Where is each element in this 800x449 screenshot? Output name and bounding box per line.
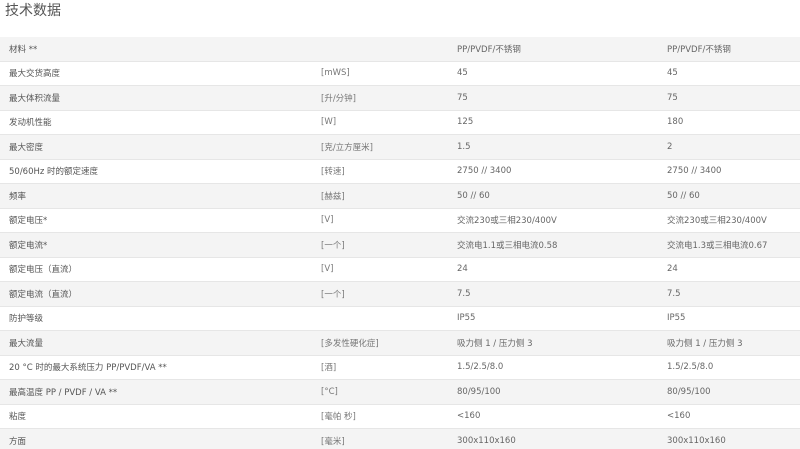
row-value-model-2: 交流230或三相230/400V — [658, 208, 800, 233]
row-value-model-2: 180 — [658, 110, 800, 135]
row-value-model-1: 50 // 60 — [448, 183, 658, 209]
row-unit: [多发性硬化症] — [318, 330, 448, 356]
row-label: 最高温度 PP / PVDF / VA ** — [0, 379, 318, 405]
row-unit: [V] — [318, 208, 448, 233]
table-row: 额定电流* [一个] 交流电1.1或三相电流0.58 交流电1.3或三相电流0.… — [0, 232, 800, 258]
row-label: 防护等级 — [0, 306, 318, 331]
row-value-model-2: 50 // 60 — [658, 183, 800, 209]
table-row: 频率 [赫兹] 50 // 60 50 // 60 — [0, 183, 800, 209]
row-value-model-2: 2 — [658, 134, 800, 160]
row-value-model-2: PP/PVDF/不锈钢 — [658, 37, 800, 62]
table-row: 额定电压* [V] 交流230或三相230/400V 交流230或三相230/4… — [0, 208, 800, 233]
row-unit: [毫米] — [318, 428, 448, 449]
row-label: 粘度 — [0, 404, 318, 429]
table-row: 材料 ** PP/PVDF/不锈钢 PP/PVDF/不锈钢 — [0, 37, 800, 62]
row-value-model-1: 1.5/2.5/8.0 — [448, 355, 658, 380]
table-row: 最大流量 [多发性硬化症] 吸力侧 1 / 压力侧 3 吸力侧 1 / 压力侧 … — [0, 330, 800, 356]
row-unit: [酒] — [318, 355, 448, 380]
spec-table-body: 材料 ** PP/PVDF/不锈钢 PP/PVDF/不锈钢 最大交货高度 [mW… — [0, 37, 800, 449]
row-label: 额定电压* — [0, 208, 318, 233]
row-label: 方面 — [0, 428, 318, 449]
table-row: 最高温度 PP / PVDF / VA ** [°C] 80/95/100 80… — [0, 379, 800, 405]
row-value-model-1: 交流电1.1或三相电流0.58 — [448, 232, 658, 258]
row-unit — [318, 306, 448, 331]
row-value-model-1: IP55 — [448, 306, 658, 331]
row-label: 额定电流（直流） — [0, 281, 318, 307]
row-value-model-2: IP55 — [658, 306, 800, 331]
row-value-model-1: <160 — [448, 404, 658, 429]
row-value-model-2: 75 — [658, 85, 800, 111]
row-label: 20 °C 时的最大系统压力 PP/PVDF/VA ** — [0, 355, 318, 380]
table-row: 20 °C 时的最大系统压力 PP/PVDF/VA ** [酒] 1.5/2.5… — [0, 355, 800, 380]
table-row: 额定电流（直流） [一个] 7.5 7.5 — [0, 281, 800, 307]
section-title: 技术数据 — [5, 3, 61, 19]
row-unit: [升/分钟] — [318, 85, 448, 111]
row-unit: [赫兹] — [318, 183, 448, 209]
row-label: 发动机性能 — [0, 110, 318, 135]
row-value-model-2: 1.5/2.5/8.0 — [658, 355, 800, 380]
row-value-model-1: 24 — [448, 257, 658, 282]
table-row: 额定电压（直流） [V] 24 24 — [0, 257, 800, 282]
row-unit: [克/立方厘米] — [318, 134, 448, 160]
row-value-model-1: 45 — [448, 61, 658, 86]
row-value-model-1: 1.5 — [448, 134, 658, 160]
row-value-model-1: PP/PVDF/不锈钢 — [448, 37, 658, 62]
table-row: 方面 [毫米] 300x110x160 300x110x160 — [0, 428, 800, 449]
table-row: 粘度 [毫帕 秒] <160 <160 — [0, 404, 800, 429]
row-value-model-2: 2750 // 3400 — [658, 159, 800, 184]
row-value-model-2: 300x110x160 — [658, 428, 800, 449]
row-value-model-1: 吸力侧 1 / 压力侧 3 — [448, 330, 658, 356]
row-value-model-1: 300x110x160 — [448, 428, 658, 449]
row-label: 最大流量 — [0, 330, 318, 356]
row-value-model-2: 80/95/100 — [658, 379, 800, 405]
row-unit: [°C] — [318, 379, 448, 405]
row-label: 额定电压（直流） — [0, 257, 318, 282]
row-unit: [mWS] — [318, 61, 448, 86]
table-row: 最大交货高度 [mWS] 45 45 — [0, 61, 800, 86]
tech-data-page: 技术数据 材料 ** PP/PVDF/不锈钢 PP/PVDF/不锈钢 最大交货高… — [0, 0, 800, 449]
row-unit: [一个] — [318, 232, 448, 258]
row-value-model-2: 7.5 — [658, 281, 800, 307]
row-label: 50/60Hz 时的额定速度 — [0, 159, 318, 184]
row-label: 最大交货高度 — [0, 61, 318, 86]
row-label: 最大密度 — [0, 134, 318, 160]
row-value-model-1: 7.5 — [448, 281, 658, 307]
row-unit — [318, 37, 448, 62]
row-unit: [一个] — [318, 281, 448, 307]
row-value-model-1: 交流230或三相230/400V — [448, 208, 658, 233]
row-label: 最大体积流量 — [0, 85, 318, 111]
row-unit: [V] — [318, 257, 448, 282]
table-row: 最大密度 [克/立方厘米] 1.5 2 — [0, 134, 800, 160]
table-row: 发动机性能 [W] 125 180 — [0, 110, 800, 135]
row-label: 额定电流* — [0, 232, 318, 258]
row-value-model-2: <160 — [658, 404, 800, 429]
row-value-model-1: 125 — [448, 110, 658, 135]
row-value-model-2: 45 — [658, 61, 800, 86]
table-row: 最大体积流量 [升/分钟] 75 75 — [0, 85, 800, 111]
row-label: 材料 ** — [0, 37, 318, 62]
row-value-model-1: 80/95/100 — [448, 379, 658, 405]
row-unit: [毫帕 秒] — [318, 404, 448, 429]
row-value-model-1: 75 — [448, 85, 658, 111]
row-value-model-2: 吸力侧 1 / 压力侧 3 — [658, 330, 800, 356]
row-value-model-2: 24 — [658, 257, 800, 282]
spec-table: 材料 ** PP/PVDF/不锈钢 PP/PVDF/不锈钢 最大交货高度 [mW… — [0, 37, 800, 449]
row-value-model-1: 2750 // 3400 — [448, 159, 658, 184]
row-value-model-2: 交流电1.3或三相电流0.67 — [658, 232, 800, 258]
row-unit: [W] — [318, 110, 448, 135]
table-row: 防护等级 IP55 IP55 — [0, 306, 800, 331]
table-row: 50/60Hz 时的额定速度 [转速] 2750 // 3400 2750 //… — [0, 159, 800, 184]
row-unit: [转速] — [318, 159, 448, 184]
row-label: 频率 — [0, 183, 318, 209]
